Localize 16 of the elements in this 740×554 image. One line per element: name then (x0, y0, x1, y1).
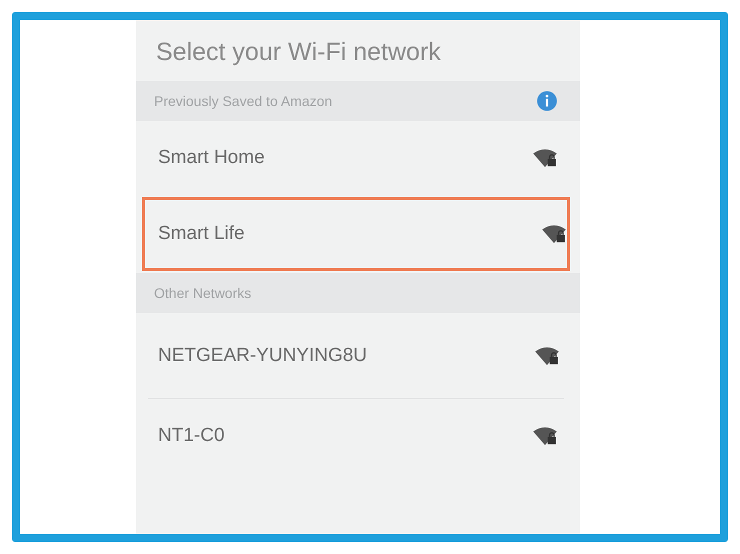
network-row[interactable]: NT1-C0 (136, 399, 574, 473)
locked-wifi-icon (532, 148, 558, 168)
network-name: NT1-C0 (158, 425, 225, 447)
locked-wifi-icon (532, 426, 558, 446)
network-name: NETGEAR-YUNYING8U (158, 344, 368, 366)
locked-wifi-icon (541, 224, 567, 244)
locked-wifi-icon (534, 346, 560, 366)
section-label: Other Networks (154, 285, 252, 301)
network-row[interactable]: Smart Home (136, 121, 574, 195)
highlighted-network-row[interactable]: Smart Life (142, 197, 570, 271)
screen-title: Select your Wi-Fi network (155, 37, 442, 68)
info-icon[interactable] (536, 90, 558, 112)
network-name: Smart Home (158, 147, 265, 169)
network-name: Smart Life (158, 223, 245, 245)
network-row[interactable]: NETGEAR-YUNYING8U (148, 313, 564, 399)
section-label: Previously Saved to Amazon (154, 93, 332, 109)
